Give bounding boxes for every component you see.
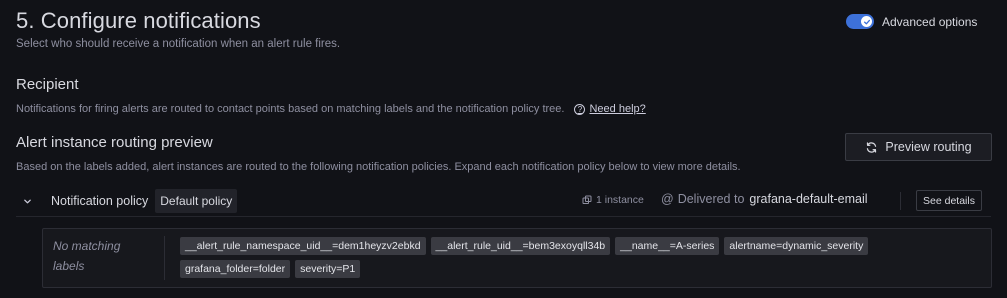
label-list: __alert_rule_namespace_uid__=dem1heyzv2e… [180,237,980,278]
instance-count: 1 instance [582,194,644,206]
recipient-title: Recipient [16,76,79,93]
matching-labels-panel: No matching labels __alert_rule_namespac… [42,228,992,288]
routing-preview-title: Alert instance routing preview [16,134,213,151]
label-tag: __alert_rule_uid__=bem3exoyqll34b [430,237,611,255]
see-details-button[interactable]: See details [916,190,982,211]
no-matching-labels-text: No matching labels [53,239,121,273]
routing-preview-description: Based on the labels added, alert instanc… [16,161,741,173]
preview-routing-button[interactable]: Preview routing [845,133,992,161]
layers-icon [582,195,592,204]
divider [900,192,901,210]
at-icon: @ [661,192,674,206]
section-title: 5. Configure notifications [16,8,261,33]
recipient-description: Notifications for firing alerts are rout… [16,103,565,115]
advanced-options-toggle[interactable] [846,14,874,29]
policy-label: Notification policy [51,194,149,208]
section-description: Select who should receive a notification… [16,38,341,50]
advanced-options-label: Advanced options [882,14,978,29]
sync-icon [867,141,877,153]
label-tag: __alert_rule_namespace_uid__=dem1heyzv2e… [180,237,426,255]
label-tag: alertname=dynamic_severity [724,237,869,255]
advanced-options[interactable]: Advanced options [846,14,977,29]
label-tag: __name__=A-series [615,237,720,255]
divider [164,236,165,280]
label-tag: severity=P1 [295,260,361,278]
question-circle-icon: ? [574,103,586,115]
delivered-to: @ Delivered to grafana-default-email [661,192,868,206]
policy-name-badge: Default policy [155,189,238,213]
notification-policy-row: Notification policy Default policy 1 ins… [16,186,991,217]
need-help-link[interactable]: ? Need help? [574,103,646,115]
instance-count-label: 1 instance [596,194,644,206]
label-tag: grafana_folder=folder [180,260,291,278]
chevron-down-icon[interactable] [23,197,37,206]
check-icon [861,16,872,27]
recipient-description-row: Notifications for firing alerts are rout… [16,103,646,115]
preview-routing-label: Preview routing [885,140,972,154]
contact-point-name: grafana-default-email [749,192,868,206]
delivered-prefix: Delivered to [677,192,745,206]
need-help-label: Need help? [589,103,646,115]
